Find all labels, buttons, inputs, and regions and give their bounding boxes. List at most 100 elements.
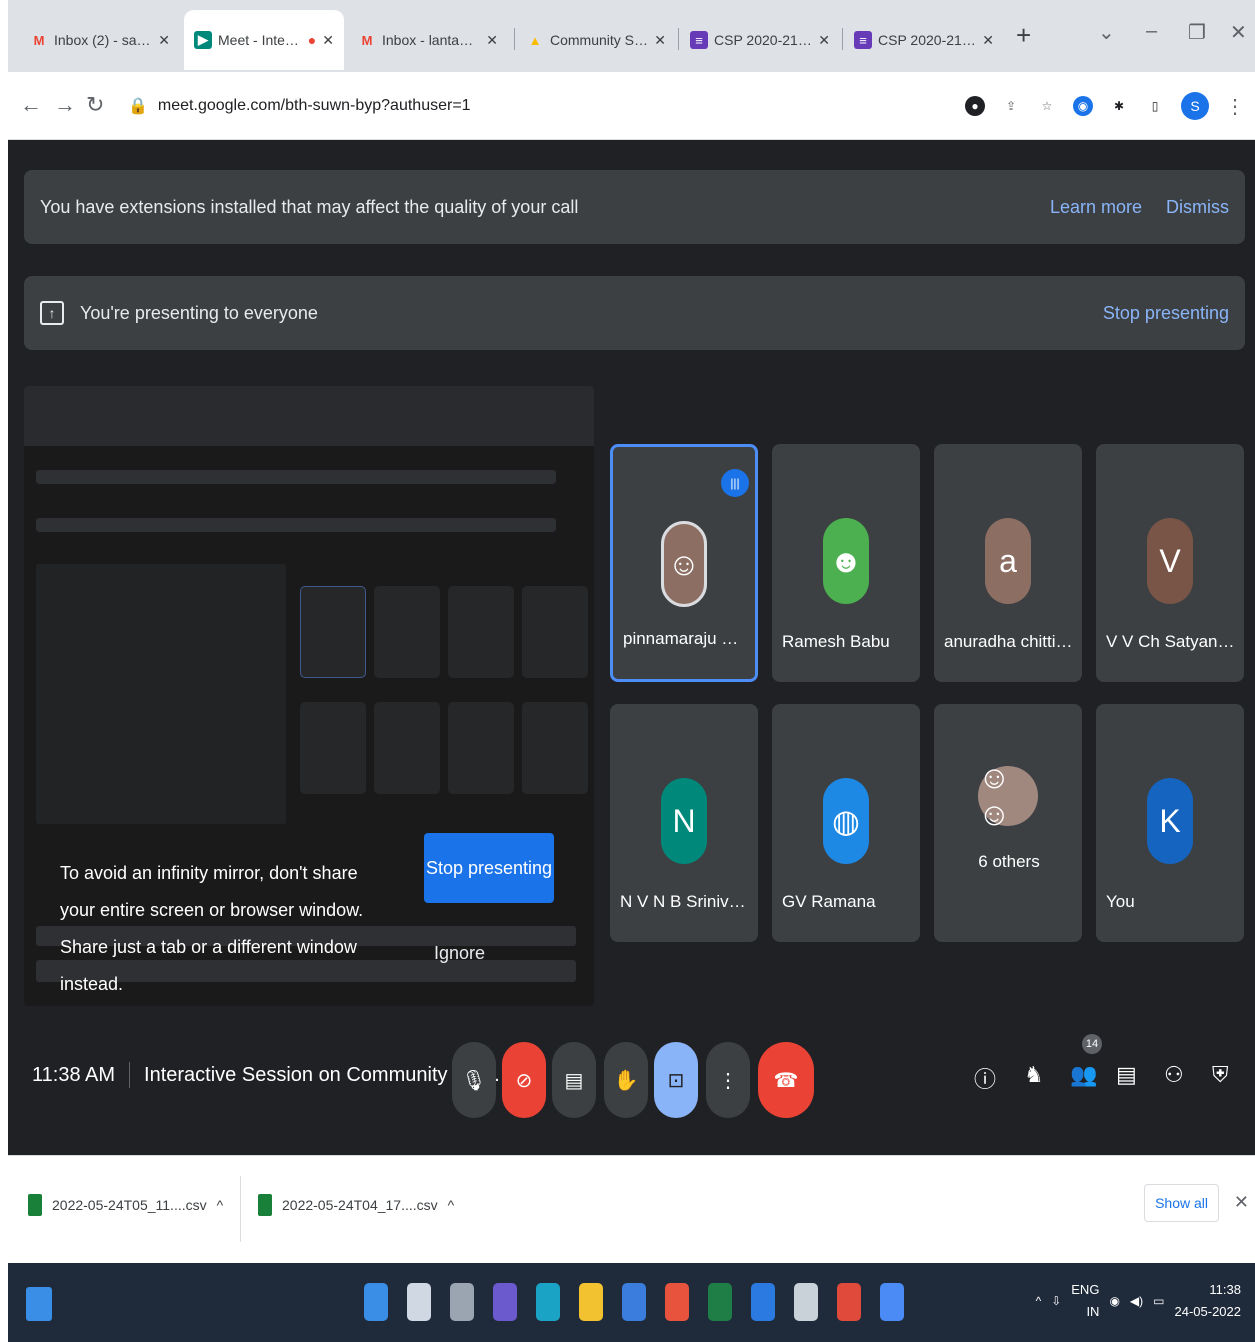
mirrored-tile (522, 586, 588, 678)
tab-close-icon[interactable]: ✕ (982, 32, 994, 49)
reload-icon[interactable]: ↻ (86, 92, 104, 118)
share-icon[interactable]: ⇪ (1001, 96, 1021, 116)
file-explorer-icon[interactable] (579, 1283, 603, 1321)
forms-icon: ≡ (690, 31, 708, 49)
camera-off-button[interactable]: ⊘ (502, 1042, 546, 1118)
microphone-button[interactable]: 🎙 (452, 1042, 496, 1118)
tab-close-icon[interactable]: ✕ (654, 32, 666, 49)
chevron-up-icon[interactable]: ^ (1036, 1294, 1042, 1308)
participant-tile[interactable]: ◍ GV Ramana (772, 704, 920, 942)
excel-icon[interactable] (708, 1283, 732, 1321)
chat-icon[interactable]: ▤ (1116, 1062, 1137, 1088)
meeting-title[interactable]: Interactive Session on Community Ser... (144, 1064, 500, 1087)
chevron-up-icon[interactable]: ^ (217, 1197, 224, 1213)
raise-hand-button[interactable]: ✋ (604, 1042, 648, 1118)
profile-avatar[interactable]: S (1181, 92, 1209, 120)
stop-presenting-button[interactable]: Stop presenting (424, 833, 554, 903)
side-panel-icon[interactable]: ▯ (1145, 96, 1165, 116)
present-button[interactable]: ⊡ (654, 1042, 698, 1118)
lock-shield-icon[interactable]: ⛨ (1212, 1062, 1229, 1088)
ignore-button[interactable]: Ignore (434, 943, 485, 964)
mirrored-tile (448, 702, 514, 794)
clock[interactable]: 11:38 24-05-2022 (1175, 1279, 1242, 1323)
menu-kebab-icon[interactable]: ⋮ (1225, 94, 1245, 119)
tab-csp-form-1[interactable]: ≡ CSP 2020-21 QU... ✕ (680, 10, 840, 70)
meeting-details-icon[interactable]: ⓘ (974, 1062, 996, 1094)
restore-icon[interactable]: ❐ (1188, 20, 1206, 45)
group-avatar: ☺☺ (978, 759, 1038, 832)
store-icon[interactable] (622, 1283, 646, 1321)
show-all-button[interactable]: Show all (1144, 1184, 1219, 1222)
participant-tile-others[interactable]: ☺☺ 6 others (934, 704, 1082, 942)
tab-community-service[interactable]: ▲ Community Serv... ✕ (516, 10, 676, 70)
widgets-icon[interactable] (26, 1287, 52, 1321)
camera-indicator-icon[interactable]: ● (965, 96, 985, 116)
hand-icon: ✋ (613, 1069, 639, 1092)
lock-icon: 🔒 (128, 98, 148, 115)
tab-search-icon[interactable]: ⌄ (1098, 20, 1115, 45)
onedrive-icon[interactable]: ⇩ (1051, 1294, 1061, 1308)
tab-meet[interactable]: ▶ Meet - Intera... ● ✕ (184, 10, 344, 70)
learn-more-link[interactable]: Learn more (1050, 197, 1142, 218)
puzzle-icon[interactable]: ✱ (1109, 96, 1129, 116)
participant-tile[interactable]: N N V N B Srinivasa ... (610, 704, 758, 942)
stop-presenting-link[interactable]: Stop presenting (1103, 303, 1229, 324)
edge-icon[interactable] (536, 1283, 560, 1321)
extension-icon[interactable]: ◉ (1073, 96, 1093, 116)
people-icon[interactable]: 👥 (1070, 1062, 1097, 1088)
more-options-button[interactable]: ⋮ (706, 1042, 750, 1118)
back-icon[interactable]: ← (20, 92, 42, 118)
tab-close-icon[interactable]: ✕ (322, 32, 334, 49)
participant-tile[interactable]: V V V Ch Satyanara... (1096, 444, 1244, 682)
chrome-icon[interactable] (837, 1283, 861, 1321)
tab-gmail-inbox[interactable]: M Inbox (2) - saeu... ✕ (20, 10, 180, 70)
office-icon[interactable] (665, 1283, 689, 1321)
gmail-icon: M (33, 32, 45, 48)
volume-icon[interactable]: ◀) (1130, 1294, 1143, 1308)
bookmark-star-icon[interactable]: ☆ (1037, 96, 1057, 116)
address-bar: ← → ↻ 🔒 meet.google.com/bth-suwn-byp?aut… (8, 72, 1255, 140)
tab-gmail-inbox-2[interactable]: M Inbox - lantamr... ✕ (348, 10, 508, 70)
tab-close-icon[interactable]: ✕ (158, 32, 170, 49)
chevron-up-icon[interactable]: ^ (448, 1197, 455, 1213)
participant-tile[interactable]: ☻ Ramesh Babu (772, 444, 920, 682)
forms-icon: ≡ (854, 31, 872, 49)
close-icon[interactable]: ✕ (1234, 1192, 1249, 1213)
start-icon[interactable] (364, 1283, 388, 1321)
tab-csp-form-2[interactable]: ≡ CSP 2020-21 QU... ✕ (844, 10, 1004, 70)
participant-tile-self[interactable]: K You (1096, 704, 1244, 942)
download-item[interactable]: 2022-05-24T05_11....csv ^ (28, 1194, 223, 1216)
chrome-profile-icon[interactable] (880, 1283, 904, 1321)
minimize-icon[interactable]: – (1146, 20, 1157, 43)
tab-close-icon[interactable]: ✕ (486, 32, 498, 49)
battery-icon[interactable]: ▭ (1153, 1294, 1164, 1308)
search-icon[interactable] (407, 1283, 431, 1321)
participant-tile[interactable]: ||| ☺ pinnamaraju mad... (610, 444, 758, 682)
participant-tile[interactable]: a anuradha chittibo... (934, 444, 1082, 682)
teams-icon[interactable] (493, 1283, 517, 1321)
url-field[interactable]: 🔒 meet.google.com/bth-suwn-byp?authuser=… (116, 86, 996, 126)
outlook-icon[interactable] (751, 1283, 775, 1321)
notepad-icon[interactable] (794, 1283, 818, 1321)
captions-button[interactable]: ▤ (552, 1042, 596, 1118)
host-controls-icon[interactable]: ♞ (1024, 1062, 1044, 1088)
activities-icon[interactable]: ⚇ (1164, 1062, 1184, 1088)
tab-close-icon[interactable]: ✕ (818, 32, 830, 49)
download-item[interactable]: 2022-05-24T04_17....csv ^ (258, 1194, 454, 1216)
new-tab-button[interactable]: + (1016, 22, 1031, 48)
dismiss-link[interactable]: Dismiss (1166, 197, 1229, 218)
leave-call-button[interactable]: ☎ (758, 1042, 814, 1118)
participant-photo: ☻ (823, 518, 869, 604)
more-vert-icon: ⋮ (718, 1069, 738, 1092)
participant-avatar: a (985, 518, 1031, 604)
forward-icon[interactable]: → (54, 92, 76, 118)
language-indicator[interactable]: ENG IN (1071, 1279, 1099, 1323)
mirrored-tile (448, 586, 514, 678)
windows-taskbar: ^ ⇩ ENG IN ◉ ◀) ▭ 11:38 24-05-2022 (8, 1263, 1255, 1342)
camera-off-icon: ⊘ (515, 1069, 533, 1092)
task-view-icon[interactable] (450, 1283, 474, 1321)
hang-up-icon: ☎ (773, 1069, 799, 1092)
close-window-icon[interactable]: ✕ (1230, 20, 1247, 45)
meet-window: You have extensions installed that may a… (8, 140, 1255, 1155)
wifi-icon[interactable]: ◉ (1109, 1294, 1119, 1308)
